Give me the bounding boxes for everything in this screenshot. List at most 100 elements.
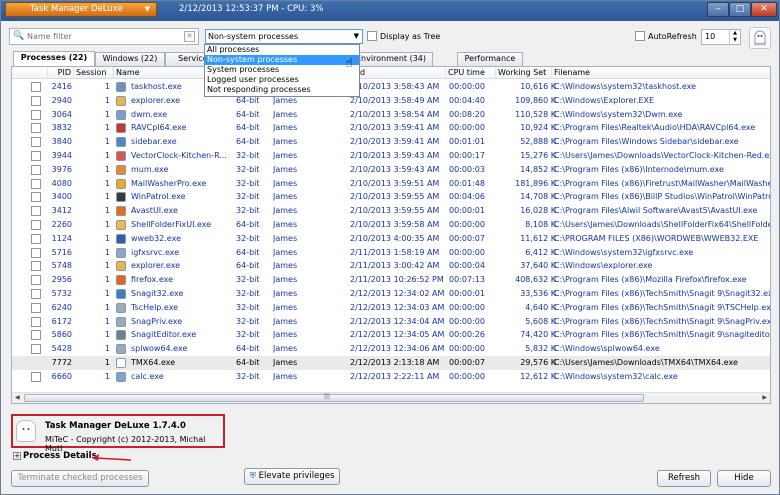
table-row[interactable]: 5716 1 igfxsrvc.exe 64-bit James 2/11/2013 1:… bbox=[12, 246, 770, 260]
minimize-button[interactable]: ‒ bbox=[707, 2, 729, 17]
expand-icon[interactable]: + bbox=[13, 452, 21, 460]
name-filter-input[interactable] bbox=[25, 30, 175, 43]
row-checkbox[interactable] bbox=[31, 178, 41, 189]
ghost-mode-button[interactable] bbox=[749, 27, 771, 49]
name-cell: MailWasherPro.exe bbox=[131, 178, 207, 188]
row-checkbox[interactable] bbox=[31, 247, 41, 258]
table-row[interactable]: 3840 1 sidebar.exe 64-bit James 2/10/2013 3:5… bbox=[12, 135, 770, 149]
display-as-tree-checkbox[interactable]: Display as Tree bbox=[367, 31, 440, 41]
row-checkbox[interactable] bbox=[31, 330, 41, 341]
pid-cell: 3840 bbox=[51, 137, 72, 147]
dropdown-option[interactable]: Not responding processes bbox=[205, 85, 359, 95]
row-checkbox[interactable] bbox=[31, 164, 41, 175]
column-header-filename[interactable]: Filename bbox=[552, 67, 770, 79]
table-row[interactable]: 3832 1 RAVCpl64.exe 64-bit James 2/10/2013 3:… bbox=[12, 121, 770, 135]
hide-button[interactable]: Hide bbox=[717, 470, 771, 487]
checkbox-box[interactable] bbox=[635, 31, 645, 41]
process-icon bbox=[116, 178, 126, 189]
row-checkbox[interactable] bbox=[31, 137, 41, 148]
pid-cell: 2940 bbox=[51, 95, 72, 105]
column-header-pid[interactable]: PID bbox=[48, 67, 74, 79]
user-cell: James bbox=[273, 371, 298, 381]
tab-processes[interactable]: Processes (22) bbox=[13, 51, 95, 66]
table-row[interactable]: 3064 1 dwm.exe 64-bit James 2/10/2013 3:58:54… bbox=[12, 108, 770, 122]
scroll-left-icon[interactable]: ◀ bbox=[15, 393, 20, 403]
refresh-button[interactable]: Refresh bbox=[657, 470, 711, 487]
row-checkbox[interactable] bbox=[31, 192, 41, 203]
table-row[interactable]: 2956 1 firefox.exe 32-bit James 2/11/2013 10:… bbox=[12, 273, 770, 287]
table-row[interactable]: 5428 1 splwow64.exe 64-bit James 2/12/2013 12… bbox=[12, 342, 770, 356]
terminate-checked-button[interactable]: Terminate checked processes bbox=[11, 470, 149, 487]
tab-windows[interactable]: Windows (22) bbox=[95, 52, 165, 66]
horizontal-scrollbar[interactable]: ◀ ||| ▶ bbox=[12, 392, 770, 403]
row-checkbox[interactable] bbox=[31, 109, 41, 120]
clear-filter-icon[interactable]: ✕ bbox=[184, 31, 195, 42]
maximize-button[interactable]: □ bbox=[729, 2, 751, 17]
table-row[interactable]: 2260 1 ShellFolderFixUI.exe 64-bit James 2/10… bbox=[12, 218, 770, 232]
process-type-dropdown[interactable]: All processes Non-system processes Syste… bbox=[204, 44, 360, 97]
table-row[interactable]: 3412 1 AvastUI.exe 32-bit James 2/10/2013 3:5… bbox=[12, 204, 770, 218]
session-cell: 1 bbox=[104, 233, 110, 243]
row-checkbox[interactable] bbox=[31, 316, 41, 327]
autorefresh-interval[interactable]: 10 ▲ ▼ bbox=[701, 29, 741, 45]
process-list[interactable]: PID Session Name ted CPU time Working Se… bbox=[11, 66, 771, 404]
row-checkbox[interactable] bbox=[31, 261, 41, 272]
spin-down-icon[interactable]: ▼ bbox=[729, 37, 740, 44]
process-icon bbox=[116, 289, 126, 299]
table-row[interactable]: 3944 1 VectorClock-Kitchen-R... 32-bit James… bbox=[12, 149, 770, 163]
spin-up-icon[interactable]: ▲ bbox=[729, 30, 740, 37]
autorefresh-checkbox[interactable]: AutoRefresh bbox=[635, 31, 697, 41]
name-filter[interactable]: 🔍 ✕ bbox=[9, 28, 199, 45]
working-set-cell: 52,888 K bbox=[520, 137, 556, 147]
close-button[interactable]: ✕ bbox=[751, 2, 777, 17]
scrollbar-thumb[interactable] bbox=[24, 394, 644, 402]
session-cell: 1 bbox=[104, 371, 110, 381]
tab-environment[interactable]: Environment (34) bbox=[349, 52, 433, 66]
table-row[interactable]: 6240 1 TscHelp.exe 32-bit James 2/12/2013 12:… bbox=[12, 301, 770, 315]
table-row[interactable]: 7772 1 TMX64.exe 64-bit James 2/12/2013 2:13:… bbox=[12, 356, 770, 370]
table-row[interactable]: 3976 1 mum.exe 32-bit James 2/10/2013 3:59:43… bbox=[12, 163, 770, 177]
row-checkbox[interactable] bbox=[31, 151, 41, 161]
row-checkbox[interactable] bbox=[31, 302, 41, 313]
table-row[interactable]: 6660 1 calc.exe 32-bit James 2/12/2013 2:22:1… bbox=[12, 370, 770, 384]
table-row[interactable]: 2940 1 explorer.exe 64-bit James 2/10/2013 3:… bbox=[12, 94, 770, 108]
row-checkbox[interactable] bbox=[31, 344, 41, 355]
column-header-session[interactable]: Session bbox=[74, 67, 114, 79]
table-row[interactable]: 4080 1 MailWasherPro.exe 32-bit James 2/10/20… bbox=[12, 177, 770, 191]
dropdown-option[interactable]: All processes bbox=[205, 45, 359, 55]
app-menu-button[interactable]: Task Manager DeLuxe ▼ bbox=[5, 2, 157, 17]
row-checkbox[interactable] bbox=[31, 95, 41, 106]
table-row[interactable]: 24161taskhost.exe64-bitJames2/10/2013 3:… bbox=[12, 80, 770, 94]
scroll-right-icon[interactable]: ▶ bbox=[762, 393, 767, 403]
table-row[interactable]: 5860 1 SnagitEditor.exe 32-bit James 2/12/201… bbox=[12, 328, 770, 342]
process-icon bbox=[116, 371, 126, 382]
column-header-working-set[interactable]: Working Set bbox=[496, 67, 552, 79]
table-row[interactable]: 5748 1 explorer.exe 64-bit James 2/11/2013 3:… bbox=[12, 259, 770, 273]
table-row[interactable]: 5732 1 Snagit32.exe 32-bit James 2/12/2013 12… bbox=[12, 287, 770, 301]
row-checkbox[interactable] bbox=[31, 82, 41, 92]
row-checkbox[interactable] bbox=[31, 206, 41, 217]
table-row[interactable]: 1124 1 wweb32.exe 32-bit James 2/10/2013 4:00… bbox=[12, 232, 770, 246]
dropdown-option[interactable]: Logged user processes bbox=[205, 75, 359, 85]
row-checkbox[interactable] bbox=[31, 233, 41, 244]
pid-cell: 7772 bbox=[51, 358, 72, 367]
column-header-check[interactable] bbox=[12, 67, 48, 79]
checkbox-box[interactable] bbox=[367, 31, 377, 41]
column-header-started[interactable]: ted bbox=[350, 67, 446, 79]
arch-cell: 64-bit bbox=[236, 247, 260, 257]
row-checkbox[interactable] bbox=[31, 220, 41, 230]
table-row[interactable]: 3400 1 WinPatrol.exe 32-bit James 2/10/2013 3… bbox=[12, 190, 770, 204]
title-bar[interactable]: Task Manager DeLuxe ▼ 2/12/2013 12:53:37… bbox=[1, 1, 779, 21]
row-checkbox[interactable] bbox=[31, 123, 41, 134]
process-details-toggle[interactable]: + Process Details bbox=[13, 451, 97, 461]
tab-performance[interactable]: Performance bbox=[457, 52, 523, 66]
table-row[interactable]: 6172 1 SnagPriv.exe 32-bit James 2/12/2013 12… bbox=[12, 315, 770, 329]
dropdown-option[interactable]: Non-system processes bbox=[205, 55, 359, 65]
row-checkbox[interactable] bbox=[31, 371, 41, 382]
process-type-combo[interactable]: Non-system processes ▼ bbox=[205, 29, 363, 44]
dropdown-option[interactable]: System processes bbox=[205, 65, 359, 75]
row-checkbox[interactable] bbox=[31, 275, 41, 286]
row-checkbox[interactable] bbox=[31, 289, 41, 299]
elevate-privileges-button[interactable]: ⛨ Elevate privileges bbox=[244, 468, 340, 485]
column-header-cpu[interactable]: CPU time bbox=[446, 67, 496, 79]
